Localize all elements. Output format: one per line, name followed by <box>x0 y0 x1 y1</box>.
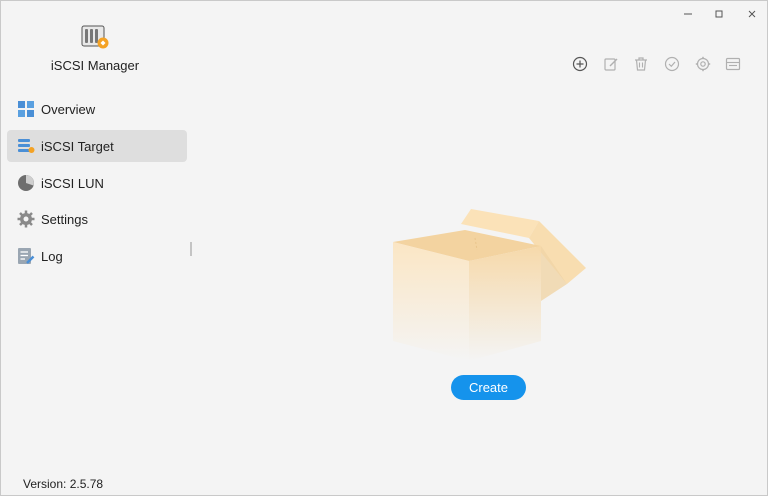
info-panel-icon <box>725 57 741 71</box>
close-button[interactable] <box>741 5 763 23</box>
maximize-button[interactable] <box>708 5 730 23</box>
sidebar-item-overview[interactable]: Overview <box>7 93 187 125</box>
log-icon <box>17 247 35 265</box>
minimize-icon <box>684 13 692 15</box>
lun-disk-icon <box>17 174 35 192</box>
sidebar-item-label: Log <box>41 248 63 264</box>
edit-icon <box>604 58 618 71</box>
sidebar-item-label: iSCSI Target <box>41 138 114 154</box>
sidebar-resize-handle[interactable] <box>190 242 192 256</box>
edit-button[interactable] <box>601 54 621 74</box>
version-text: Version: 2.5.78 <box>23 477 104 491</box>
toolbar-settings-button[interactable] <box>693 54 713 74</box>
empty-box-icon <box>393 209 586 361</box>
sidebar-item-label: Settings <box>41 211 88 227</box>
create-button[interactable]: Create <box>451 375 526 400</box>
sidebar: iSCSI Manager Overview iSCSI Target iSCS… <box>1 1 196 495</box>
plus-circle-icon <box>572 56 588 72</box>
sidebar-item-label: iSCSI LUN <box>41 175 104 191</box>
sidebar-item-label: Overview <box>41 101 96 117</box>
app-title: iSCSI Manager <box>50 58 140 73</box>
close-icon <box>748 10 756 18</box>
info-button[interactable] <box>723 54 743 74</box>
app-window: iSCSI Manager Overview iSCSI Target iSCS… <box>0 0 768 496</box>
delete-button[interactable] <box>631 54 651 74</box>
check-circle-icon <box>664 56 680 72</box>
minimize-button[interactable] <box>677 5 699 23</box>
iscsi-target-icon <box>17 137 35 155</box>
gear-icon <box>695 56 711 72</box>
sidebar-item-iscsi-target[interactable]: iSCSI Target <box>7 130 187 162</box>
overview-grid-icon <box>17 100 35 118</box>
sidebar-item-log[interactable]: Log <box>7 240 187 272</box>
add-button[interactable] <box>570 54 590 74</box>
gear-icon <box>17 210 35 228</box>
maximize-icon <box>715 10 723 18</box>
app-logo-icon <box>81 25 109 49</box>
trash-icon <box>635 57 647 71</box>
sidebar-item-settings[interactable]: Settings <box>7 203 187 235</box>
sidebar-item-iscsi-lun[interactable]: iSCSI LUN <box>7 167 187 199</box>
enable-button[interactable] <box>662 54 682 74</box>
